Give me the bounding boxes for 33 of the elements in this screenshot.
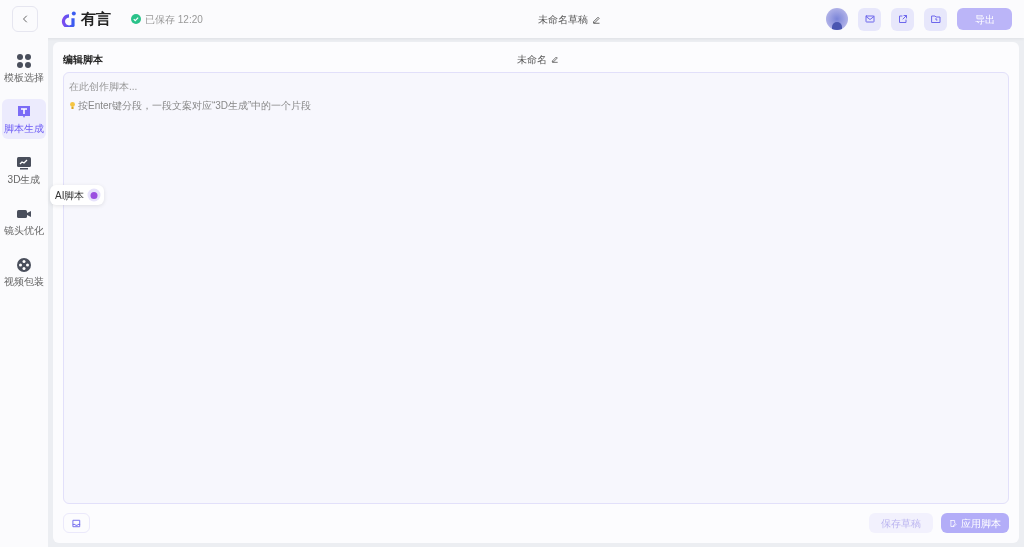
editor-heading: 编辑脚本: [63, 52, 103, 67]
logo-icon: [61, 11, 77, 27]
film-reel-icon: [16, 257, 32, 273]
monitor-icon: [16, 155, 32, 171]
sidebar-item[interactable]: 模板选择: [2, 48, 46, 88]
sidebar-item[interactable]: 3D生成: [2, 150, 46, 190]
check-icon: [131, 14, 141, 24]
share-button[interactable]: [891, 7, 914, 31]
folder-clock-button[interactable]: [924, 7, 947, 31]
share-icon: [896, 13, 909, 25]
avatar[interactable]: [826, 8, 848, 30]
sidebar-item[interactable]: 镜头优化: [2, 201, 46, 241]
inbox-icon: [71, 517, 82, 529]
hint-text: 按Enter键分段，一段文案对应“3D生成”中的一个片段: [78, 99, 312, 113]
orb-icon: [87, 188, 102, 202]
pencil-icon[interactable]: [591, 14, 601, 24]
inbox-button[interactable]: [63, 513, 90, 533]
grid-icon: [16, 53, 32, 69]
pencil-icon[interactable]: [551, 55, 559, 63]
edit-document-icon: [949, 518, 958, 528]
draft-title: 未命名草稿: [537, 12, 588, 27]
sidebar-item[interactable]: 脚本生成: [2, 99, 46, 139]
sidebar-item[interactable]: 视频包装: [2, 252, 46, 292]
placeholder-text: 在此创作脚本...: [69, 80, 139, 94]
mail-icon: [863, 13, 876, 25]
script-name: 未命名: [517, 52, 547, 67]
save-status: 已保存 12:20: [145, 12, 203, 27]
ai-script-tooltip[interactable]: AI脚本: [50, 185, 105, 205]
lightbulb-icon: [69, 101, 76, 110]
folder-clock-icon: [929, 13, 942, 25]
mail-button[interactable]: [858, 7, 881, 31]
logo-text: 有言: [81, 8, 111, 29]
text-icon: [16, 104, 32, 120]
